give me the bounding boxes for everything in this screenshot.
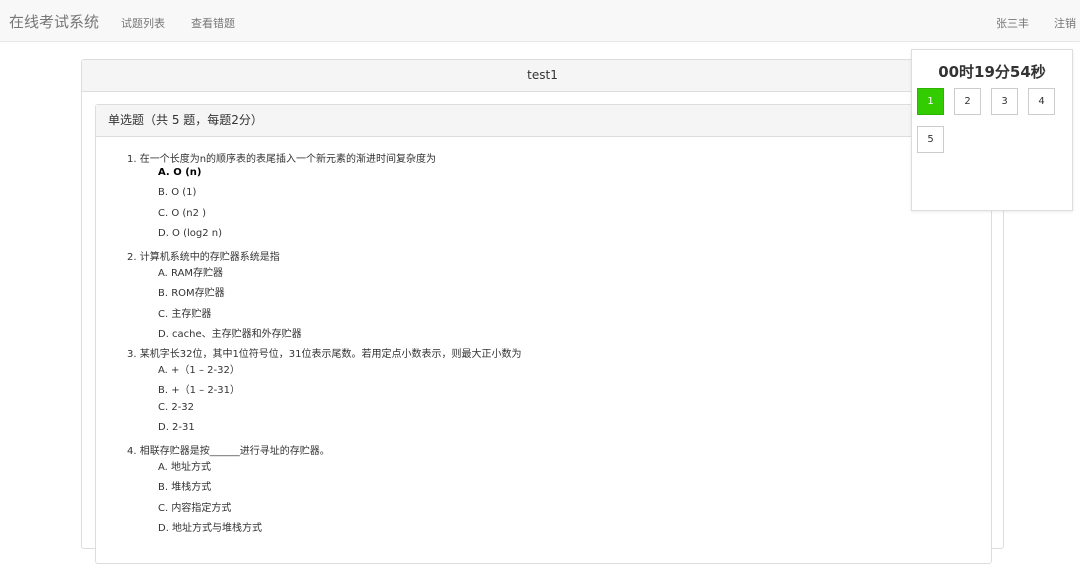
option[interactable]: B. 堆栈方式	[158, 478, 211, 493]
option[interactable]: C. 内容指定方式	[158, 499, 231, 514]
nav-question-list[interactable]: 试题列表	[121, 15, 165, 31]
question-nav-button[interactable]: 4	[1028, 88, 1055, 115]
option[interactable]: B. O (1)	[158, 187, 196, 198]
exam-title: test1	[82, 60, 1003, 92]
logout-link[interactable]: 注销	[1054, 15, 1076, 31]
option[interactable]: A. 地址方式	[158, 458, 211, 473]
question-nav-button[interactable]: 1	[917, 88, 944, 115]
countdown-timer: 00时19分54秒	[938, 63, 1046, 81]
app-brand[interactable]: 在线考试系统	[9, 11, 99, 32]
navbar: 在线考试系统 试题列表 查看错题 张三丰 注销	[0, 0, 1080, 42]
option[interactable]: D. 2-31	[158, 422, 195, 433]
option[interactable]: D. O (log2 n)	[158, 228, 222, 239]
question-text: 1. 在一个长度为n的顺序表的表尾插入一个新元素的渐进时间复杂度为	[127, 154, 437, 165]
user-name-link[interactable]: 张三丰	[996, 15, 1029, 31]
nav-view-mistakes[interactable]: 查看错题	[191, 15, 235, 31]
question-text: 2. 计算机系统中的存贮器系统是指	[127, 252, 280, 263]
question-text: 3. 某机字长32位，其中1位符号位，31位表示尾数。若用定点小数表示，则最大正…	[127, 349, 522, 360]
option[interactable]: C. O (n2 )	[158, 208, 206, 219]
question-nav-button[interactable]: 3	[991, 88, 1018, 115]
option[interactable]: B. ROM存贮器	[158, 284, 225, 299]
option-selected[interactable]: A. O (n)	[158, 167, 201, 178]
question-nav-button[interactable]: 5	[917, 126, 944, 153]
option[interactable]: D. 地址方式与堆栈方式	[158, 519, 262, 534]
question-text: 4. 相联存贮器是按______进行寻址的存贮器。	[127, 446, 330, 457]
single-choice-section: 单选题（共 5 题，每题2分） 1. 在一个长度为n的顺序表的表尾插入一个新元素…	[95, 104, 992, 564]
option[interactable]: D. cache、主存贮器和外存贮器	[158, 325, 302, 340]
section-title: 单选题（共 5 题，每题2分）	[96, 105, 991, 137]
option[interactable]: A. +（1 – 2-32）	[158, 361, 240, 376]
exam-panel: test1 单选题（共 5 题，每题2分） 1. 在一个长度为n的顺序表的表尾插…	[81, 59, 1004, 564]
question-nav-button[interactable]: 2	[954, 88, 981, 115]
option[interactable]: B. +（1 – 2-31）	[158, 381, 240, 396]
option[interactable]: A. RAM存贮器	[158, 264, 223, 279]
timer-panel: 00时19分54秒 1 2 3 4 5	[911, 49, 1073, 211]
option[interactable]: C. 2-32	[158, 402, 194, 413]
option[interactable]: C. 主存贮器	[158, 305, 211, 320]
